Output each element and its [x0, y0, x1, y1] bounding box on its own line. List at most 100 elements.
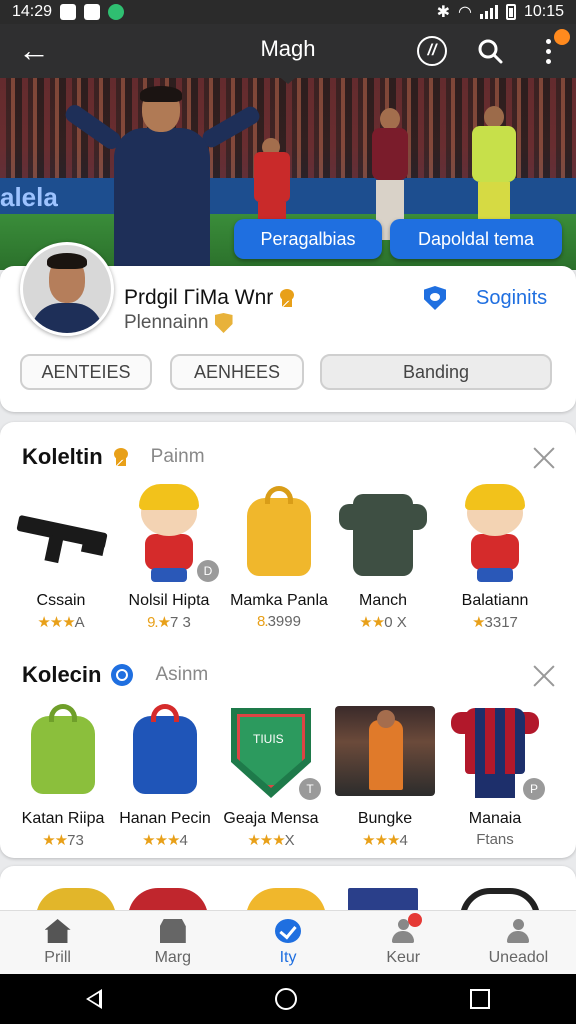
jersey-doll-icon: P [445, 702, 545, 802]
medal-icon [279, 289, 295, 307]
bluetooth-icon: ✱ [436, 4, 450, 21]
user-icon [390, 913, 423, 943]
mascot-doll-icon: D [119, 484, 219, 584]
item-name: Bungke [357, 810, 413, 827]
section-subtitle: Painm [150, 446, 205, 467]
banner-button-secondary[interactable]: Dapoldal tema [390, 219, 562, 259]
collection-item[interactable]: P Manaia Ftans [440, 702, 550, 848]
item-name: Cssain [36, 592, 86, 609]
nav-profile[interactable]: Uneadol [461, 911, 576, 975]
item-badge: P [523, 778, 545, 800]
collection-item[interactable]: Mamka Panla 8.3999 [224, 484, 334, 630]
item-rating: ★★73 [42, 832, 84, 849]
club-crest-icon: TIUIS T [221, 702, 321, 802]
system-back-icon[interactable] [86, 989, 103, 1009]
profile-name-row: Prdgil ΓiMa Wnr [124, 286, 295, 310]
section-title: Kolecin [22, 662, 102, 687]
medal-icon [113, 448, 129, 466]
signal-icon [479, 5, 498, 19]
filter-chip[interactable]: Banding [320, 354, 552, 390]
section-subtitle: Asinm [155, 664, 209, 685]
section-title: Koleltin [22, 444, 103, 469]
system-recents-icon[interactable] [469, 989, 490, 1009]
mascot-doll-icon [445, 484, 545, 584]
search-icon[interactable] [472, 33, 508, 69]
blue-backpack-icon [115, 702, 215, 802]
rank-badge-icon[interactable]: // [414, 33, 450, 69]
green-backpack-icon [13, 702, 113, 802]
collection-item[interactable]: Manch ★★0 X [328, 484, 438, 631]
item-rating: ★3317 [472, 614, 518, 631]
more-vert-icon[interactable] [530, 29, 570, 69]
close-icon[interactable] [532, 664, 556, 688]
signin-button[interactable]: Soginits [424, 286, 547, 310]
nav-label: Uneadol [488, 949, 549, 966]
item-badge: T [299, 778, 321, 800]
filter-chip[interactable]: AENHEES [170, 354, 304, 390]
collection-item[interactable]: Balatiann ★3317 [440, 484, 550, 631]
collection-item[interactable]: D Nolsil Hipta 9.★7 3 [114, 484, 224, 631]
nav-label: Marg [154, 949, 192, 966]
nav-label: Ity [279, 949, 297, 966]
collection-item[interactable]: TIUIS T Geaja Mensa ★★★X [216, 702, 326, 849]
item-rating: ★★★A [37, 614, 85, 631]
verified-shield-icon [424, 286, 446, 310]
close-icon[interactable] [532, 446, 556, 470]
yellow-backpack-icon [229, 484, 329, 584]
status-bar: 14:29 ✱ ◠ 10:15 [0, 0, 576, 24]
avatar[interactable] [20, 242, 114, 336]
item-rating: ★★★4 [362, 832, 408, 849]
nav-friends[interactable]: Keur [346, 911, 461, 975]
verified-icon [111, 664, 134, 686]
rifle-icon [11, 484, 111, 584]
wifi-icon: ◠ [457, 4, 472, 21]
filter-chip[interactable]: AENTEIES [20, 354, 152, 390]
profile-subtitle: Plennainn [124, 312, 209, 333]
item-name: Balatiann [461, 592, 529, 609]
nav-label: Prill [44, 949, 71, 966]
item-badge: D [197, 560, 219, 582]
nav-home[interactable]: Prill [0, 911, 115, 975]
item-name: Hanan Pecin [119, 810, 211, 827]
battery-icon [505, 4, 516, 20]
item-rating: 8.3999 [257, 613, 301, 630]
notification-badge [554, 29, 570, 45]
collection-item[interactable]: Cssain ★★★A [6, 484, 116, 631]
item-rating: 9.★7 3 [147, 614, 191, 631]
profile-card: Prdgil ΓiMa Wnr Plennainn Soginits AENTE… [0, 242, 576, 412]
section-header: Koleltin Painm [22, 444, 205, 470]
hero-banner: alela Peragalbias Dapoldal tema [0, 78, 576, 270]
app-bar: ← Magh // [0, 24, 576, 78]
collection-item[interactable]: Hanan Pecin ★★★4 [110, 702, 220, 849]
system-home-icon[interactable] [274, 988, 297, 1010]
player-photo-icon [335, 702, 435, 802]
collections-card: Koleltin Painm Cssain ★★★A D Nolsil Hipt… [0, 422, 576, 858]
nav-store[interactable]: Marg [115, 911, 230, 975]
nav-label: Keur [386, 949, 421, 966]
nav-activity[interactable]: Ity [230, 911, 345, 975]
item-name: Manch [358, 592, 408, 609]
item-name: Manaia [468, 810, 522, 827]
notification-icon [60, 4, 77, 20]
collection-item[interactable]: Katan Riipa ★★73 [8, 702, 118, 849]
player-figure [62, 86, 263, 270]
item-rating: ★★★4 [142, 832, 188, 849]
crest-text: TIUIS [253, 732, 284, 746]
item-name: Geaja Mensa [223, 810, 319, 827]
item-rating: ★★★X [247, 832, 295, 849]
home-icon [44, 919, 71, 943]
profile-name: Prdgil ΓiMa Wnr [124, 286, 274, 309]
item-rating: ★★0 X [359, 614, 407, 631]
collection-item[interactable]: Bungke ★★★4 [330, 702, 440, 849]
armor-vest-icon [333, 484, 433, 584]
notification-badge [408, 913, 423, 927]
item-rating: Ftans [476, 831, 514, 848]
section-header: Kolecin Asinm [22, 662, 208, 688]
signin-label: Soginits [476, 286, 548, 309]
notification-icon [84, 4, 101, 20]
status-clock: 10:15 [523, 3, 564, 20]
item-name: Katan Riipa [21, 810, 105, 827]
app-notification-icon [108, 4, 125, 20]
banner-button-primary[interactable]: Peragalbias [234, 219, 382, 259]
system-navigation-bar [0, 974, 576, 1024]
